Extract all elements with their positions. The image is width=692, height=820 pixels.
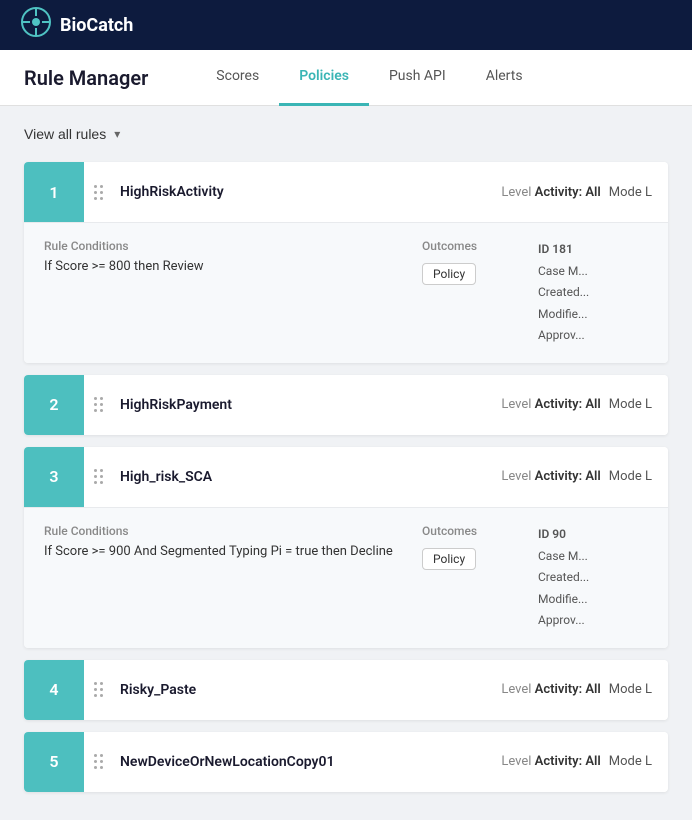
meta-approved-3: Approv... [538,610,648,632]
meta-id-1: ID 181 [538,239,648,261]
rule-level-value-4: Activity: All [535,682,601,697]
meta-modified-3: Modifie... [538,589,648,611]
rule-level-1: Level Activity: All [501,185,600,200]
rule-name-1: HighRiskActivity [112,184,501,200]
meta-created-1: Created... [538,282,648,304]
rule-detail-1: Rule Conditions If Score >= 800 then Rev… [24,222,668,363]
tab-alerts[interactable]: Alerts [466,50,543,106]
policy-badge-3[interactable]: Policy [422,548,476,570]
logo: BioCatch [20,6,133,44]
rule-level-3: Level Activity: All [501,469,600,484]
outcomes-section-3: Outcomes Policy [422,524,522,632]
tab-scores[interactable]: Scores [196,50,279,106]
meta-case-3: Case M... [538,546,648,568]
main-nav-tabs: Scores Policies Push API Alerts [196,50,542,105]
rule-row-5[interactable]: 5 NewDeviceOrNewLocationCopy01 Level Act… [24,732,668,792]
rule-level-label-1: Level [501,185,531,200]
rule-level-value-2: Activity: All [535,397,601,412]
conditions-section-3: Rule Conditions If Score >= 900 And Segm… [44,524,406,632]
brand-name: BioCatch [60,15,133,36]
rule-level-value-5: Activity: All [535,754,601,769]
rule-level-label-4: Level [501,682,531,697]
filter-label: View all rules [24,126,106,142]
rule-number-2: 2 [24,375,84,435]
rule-level-label-2: Level [501,397,531,412]
outcomes-label-1: Outcomes [422,239,477,253]
rule-row-3[interactable]: 3 High_risk_SCA Level Activity: All Mode… [24,447,668,507]
rule-block-1: 1 HighRiskActivity Level Activity: All M… [24,162,668,363]
rule-row-2[interactable]: 2 HighRiskPayment Level Activity: All Mo… [24,375,668,435]
rule-name-5: NewDeviceOrNewLocationCopy01 [112,754,501,770]
rule-number-3: 3 [24,447,84,507]
meta-case-1: Case M... [538,261,648,283]
rule-level-4: Level Activity: All [501,682,600,697]
conditions-label-3: Rule Conditions [44,524,406,538]
rule-row-4[interactable]: 4 Risky_Paste Level Activity: All Mode L [24,660,668,720]
rule-level-2: Level Activity: All [501,397,600,412]
rule-detail-3: Rule Conditions If Score >= 900 And Segm… [24,507,668,648]
rule-level-label-3: Level [501,469,531,484]
rule-mode-5: Mode L [609,754,668,769]
drag-handle-4[interactable] [84,682,112,697]
rule-mode-1: Mode L [609,185,668,200]
meta-created-3: Created... [538,567,648,589]
meta-section-1: ID 181 Case M... Created... Modifie... A… [538,239,648,347]
tab-policies[interactable]: Policies [279,50,369,106]
meta-section-3: ID 90 Case M... Created... Modifie... Ap… [538,524,648,632]
tab-push-api[interactable]: Push API [369,50,466,106]
outcomes-label-3: Outcomes [422,524,477,538]
rule-number-5: 5 [24,732,84,792]
rule-level-value-3: Activity: All [535,469,601,484]
policy-badge-1[interactable]: Policy [422,263,476,285]
conditions-label-1: Rule Conditions [44,239,406,253]
rule-row-1[interactable]: 1 HighRiskActivity Level Activity: All M… [24,162,668,222]
rule-mode-3: Mode L [609,469,668,484]
conditions-text-1: If Score >= 800 then Review [44,259,406,274]
sub-header: Rule Manager Scores Policies Push API Al… [0,50,692,106]
rule-mode-4: Mode L [609,682,668,697]
drag-handle-1[interactable] [84,185,112,200]
filter-bar: View all rules ▾ [24,122,668,146]
drag-handle-2[interactable] [84,397,112,412]
meta-approved-1: Approv... [538,325,648,347]
rule-block-4: 4 Risky_Paste Level Activity: All Mode L [24,660,668,720]
conditions-text-3: If Score >= 900 And Segmented Typing Pi … [44,544,406,559]
conditions-section-1: Rule Conditions If Score >= 800 then Rev… [44,239,406,347]
rule-name-2: HighRiskPayment [112,397,501,413]
page-title: Rule Manager [24,66,148,90]
rule-name-4: Risky_Paste [112,682,501,698]
rule-level-5: Level Activity: All [501,754,600,769]
chevron-down-icon: ▾ [114,127,120,141]
view-all-rules-dropdown[interactable]: View all rules ▾ [24,122,120,146]
rule-mode-2: Mode L [609,397,668,412]
rule-block-2: 2 HighRiskPayment Level Activity: All Mo… [24,375,668,435]
biocatch-logo-icon [20,6,52,44]
meta-id-3: ID 90 [538,524,648,546]
rule-level-value-1: Activity: All [535,185,601,200]
rule-number-4: 4 [24,660,84,720]
drag-handle-5[interactable] [84,754,112,769]
top-navigation: BioCatch [0,0,692,50]
content-area: View all rules ▾ 1 HighRiskActivity Leve… [0,106,692,820]
rule-block-5: 5 NewDeviceOrNewLocationCopy01 Level Act… [24,732,668,792]
rule-level-label-5: Level [501,754,531,769]
rule-name-3: High_risk_SCA [112,469,501,485]
rule-number-1: 1 [24,162,84,222]
rule-block-3: 3 High_risk_SCA Level Activity: All Mode… [24,447,668,648]
drag-handle-3[interactable] [84,469,112,484]
outcomes-section-1: Outcomes Policy [422,239,522,347]
meta-modified-1: Modifie... [538,304,648,326]
